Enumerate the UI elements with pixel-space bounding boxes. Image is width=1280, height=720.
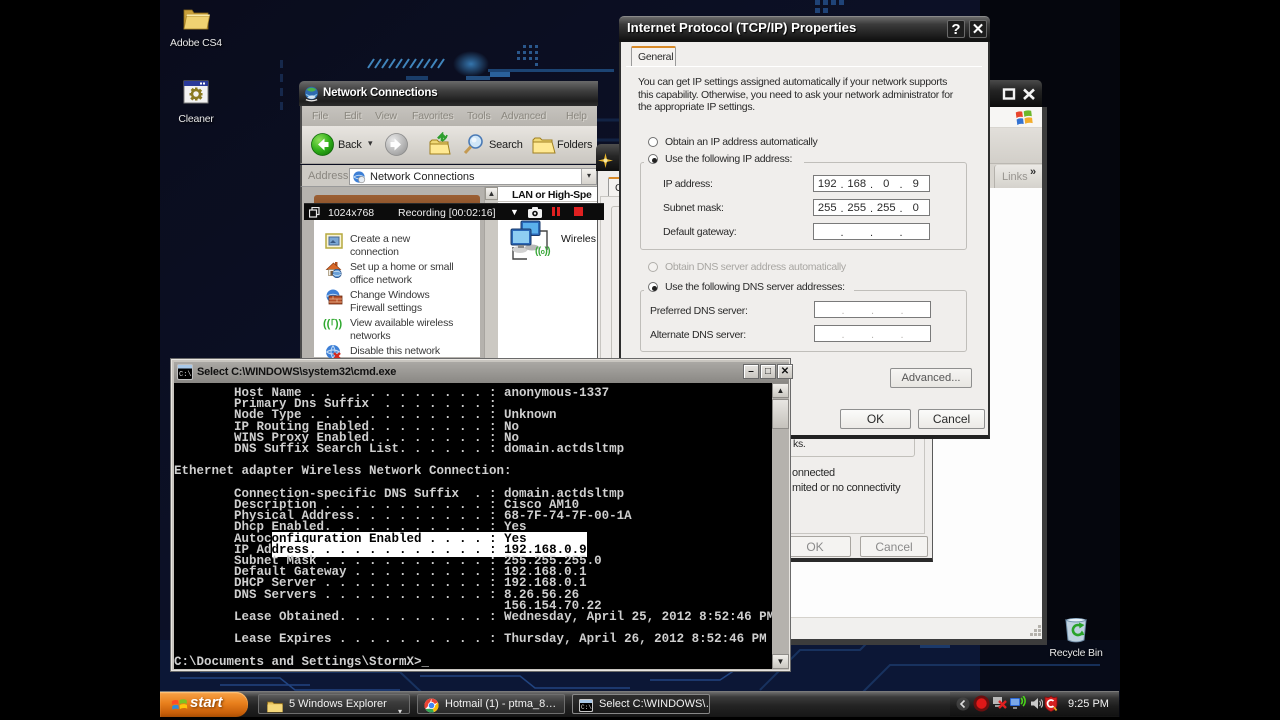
svg-text:C:\: C:\ — [581, 704, 592, 711]
svg-text:C:\: C:\ — [179, 371, 192, 379]
